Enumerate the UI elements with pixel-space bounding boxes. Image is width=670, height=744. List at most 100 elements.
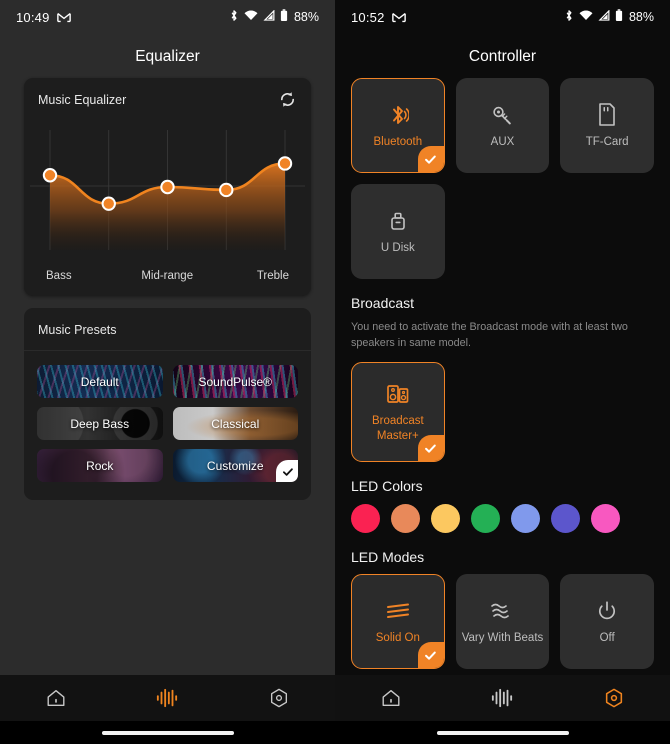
music-equalizer-title: Music Equalizer <box>38 92 127 107</box>
battery-icon <box>280 9 288 25</box>
bluetooth-icon <box>387 102 409 128</box>
preset-item[interactable]: SoundPulse® <box>172 365 298 398</box>
chart-point[interactable] <box>101 196 116 211</box>
gmail-icon <box>56 12 71 23</box>
tile-label: Vary With Beats <box>461 632 544 645</box>
gmail-icon <box>391 12 406 23</box>
music-presets-grid: Default SoundPulse® Deep Bass Classical Rock… <box>24 351 311 500</box>
led-color-swatch[interactable] <box>591 504 620 534</box>
equalizer-chart[interactable] <box>24 120 311 264</box>
preset-item[interactable]: Customize <box>172 449 298 482</box>
music-equalizer-header: Music Equalizer <box>24 78 311 120</box>
axis-tick-midrange: Mid-range <box>141 270 194 282</box>
status-icons-left: 88% <box>229 9 319 25</box>
status-icons-right: 88% <box>564 9 654 25</box>
preset-label: Classical <box>211 416 260 431</box>
led-color-swatch[interactable] <box>471 504 500 534</box>
refresh-icon[interactable] <box>278 90 297 109</box>
nav-equalizer-right[interactable] <box>472 678 532 718</box>
bottom-nav-left <box>0 675 335 721</box>
preset-item[interactable]: Deep Bass <box>37 407 163 440</box>
music-equalizer-card: Music Equalizer Bass Mid-range Treble <box>24 78 311 296</box>
music-presets-title: Music Presets <box>38 323 117 337</box>
home-indicator-left[interactable] <box>101 730 234 735</box>
equalizer-content: Music Equalizer Bass Mid-range Treble Mu… <box>0 78 335 675</box>
aux-plug-icon <box>490 102 514 128</box>
tile-label: U Disk <box>380 241 415 254</box>
led-modes-grid: Solid On Vary With Beats Off <box>351 574 654 670</box>
broadcast-description: You need to activate the Broadcast mode … <box>351 321 628 349</box>
page-title-controller: Controller <box>468 48 537 65</box>
battery-icon <box>615 9 623 25</box>
status-time: 10:52 <box>351 9 385 25</box>
tile-tf-card[interactable]: TF-Card <box>560 78 654 173</box>
status-time: 10:49 <box>16 9 50 25</box>
nav-settings-left[interactable] <box>249 678 309 718</box>
music-presets-card: Music Presets Default SoundPulse® Deep Bas… <box>24 308 311 500</box>
battery-percent: 88% <box>628 10 654 24</box>
home-indicator-right[interactable] <box>436 730 569 735</box>
preset-label: Default <box>80 374 119 389</box>
sd-card-icon <box>597 102 617 128</box>
tile-off[interactable]: Off <box>560 574 654 670</box>
equalizer-axis-labels: Bass Mid-range Treble <box>24 264 311 296</box>
bluetooth-icon <box>229 9 239 25</box>
nav-home-right[interactable] <box>361 678 421 718</box>
tile-vary-with-beats[interactable]: Vary With Beats <box>455 574 550 670</box>
led-color-swatch[interactable] <box>431 504 460 534</box>
status-bar-right: 10:52 88% <box>335 0 670 34</box>
tile-label: Solid On <box>375 632 420 645</box>
preset-label: Customize <box>206 458 264 473</box>
check-icon <box>417 642 444 669</box>
nav-equalizer-left[interactable] <box>137 678 197 718</box>
check-icon <box>417 146 444 172</box>
audio-sources-grid: Bluetooth AUX TF-Card U Disk <box>351 78 654 279</box>
led-modes-title: LED Modes <box>351 549 425 566</box>
bluetooth-icon <box>564 9 574 25</box>
check-icon <box>276 460 298 482</box>
tile-solid-on[interactable]: Solid On <box>351 574 445 670</box>
nav-home-left[interactable] <box>26 678 86 718</box>
usb-drive-icon <box>387 208 409 234</box>
power-icon <box>595 598 619 624</box>
led-color-swatch[interactable] <box>391 504 420 534</box>
solid-lines-icon <box>383 598 413 624</box>
preset-label: Rock <box>86 458 114 473</box>
tile-label: AUX <box>490 135 515 148</box>
preset-item[interactable]: Rock <box>37 449 163 482</box>
nav-settings-right[interactable] <box>584 678 644 718</box>
led-colors-row <box>351 504 654 534</box>
broadcast-speakers-icon <box>385 381 411 407</box>
chart-point[interactable] <box>219 182 234 198</box>
equalizer-screen: 10:49 88% Equalizer Music Equalizer Bass… <box>0 0 335 744</box>
axis-tick-bass: Bass <box>46 270 72 282</box>
wifi-icon <box>579 10 593 24</box>
led-color-swatch[interactable] <box>351 504 380 534</box>
preset-label: SoundPulse® <box>198 374 273 389</box>
broadcast-grid: Broadcast Master+ <box>351 362 654 463</box>
tile-u-disk[interactable]: U Disk <box>351 184 445 279</box>
cellular-signal-icon <box>263 9 275 24</box>
wifi-icon <box>244 10 258 24</box>
chart-point[interactable] <box>277 156 293 171</box>
tile-aux[interactable]: AUX <box>455 78 550 173</box>
controller-content: Bluetooth AUX TF-Card U Disk Broadcast You … <box>335 78 670 675</box>
chart-point[interactable] <box>42 168 58 183</box>
home-indicator-area-left <box>0 721 335 744</box>
tile-label: Bluetooth <box>373 135 423 148</box>
tile-label: Off <box>599 632 615 645</box>
tile-bluetooth[interactable]: Bluetooth <box>351 78 445 173</box>
dual-screenshot: 10:49 88% Equalizer Music Equalizer Bass… <box>0 0 670 744</box>
battery-percent: 88% <box>293 10 319 24</box>
chart-point[interactable] <box>160 179 175 195</box>
tile-broadcast-master[interactable]: Broadcast Master+ <box>351 362 445 463</box>
preset-item[interactable]: Classical <box>172 407 298 440</box>
led-color-swatch[interactable] <box>551 504 580 534</box>
tile-label: TF-Card <box>585 135 629 148</box>
preset-item[interactable]: Default <box>37 365 163 398</box>
bottom-nav-right <box>335 675 670 721</box>
preset-label: Deep Bass <box>70 416 130 431</box>
music-presets-header: Music Presets <box>24 308 311 351</box>
wavy-lines-icon <box>487 598 517 624</box>
led-color-swatch[interactable] <box>511 504 540 534</box>
